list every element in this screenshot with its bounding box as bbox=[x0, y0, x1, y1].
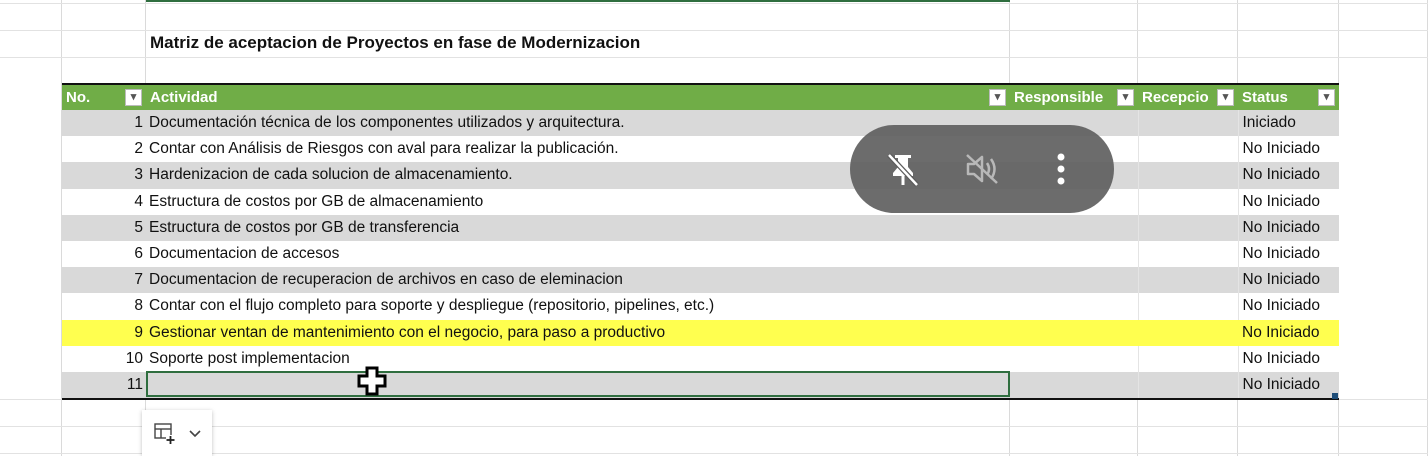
table-header-row: No. ▾ Actividad ▾ Responsible ▾ Recepcio ▾ S… bbox=[62, 84, 1339, 110]
cell-selection-edge bbox=[146, 0, 1010, 2]
cell-responsible[interactable] bbox=[1010, 240, 1139, 268]
header-actividad[interactable]: Actividad ▾ bbox=[146, 84, 1010, 110]
cell-status[interactable]: No Iniciado bbox=[1238, 345, 1339, 372]
header-no-label: No. bbox=[66, 89, 91, 106]
header-actividad-label: Actividad bbox=[150, 89, 218, 106]
cell-recepcion[interactable] bbox=[1138, 371, 1239, 400]
cell-actividad[interactable]: Contar con el flujo completo para soport… bbox=[146, 293, 1010, 320]
cell-recepcion[interactable] bbox=[1138, 188, 1239, 215]
cell-status[interactable]: No Iniciado bbox=[1238, 267, 1339, 294]
cell-responsible[interactable] bbox=[1010, 319, 1138, 346]
cell-responsible[interactable] bbox=[1010, 267, 1139, 294]
header-responsible-label: Responsible bbox=[1014, 89, 1104, 106]
cell-no[interactable]: 6 bbox=[62, 240, 146, 268]
floating-media-controls bbox=[850, 125, 1114, 213]
cell-recepcion[interactable] bbox=[1138, 319, 1238, 346]
filter-dropdown-icon[interactable]: ▾ bbox=[989, 89, 1006, 106]
cell-recepcion[interactable] bbox=[1138, 214, 1239, 241]
table-row: 8 Contar con el flujo completo para sopo… bbox=[62, 293, 1339, 320]
cell-responsible[interactable] bbox=[1010, 345, 1139, 372]
cell-select-cursor-icon bbox=[357, 366, 387, 396]
activity-table: No. ▾ Actividad ▾ Responsible ▾ Recepcio ▾ S… bbox=[62, 83, 1339, 401]
cell-recepcion[interactable] bbox=[1138, 136, 1239, 163]
cell-status[interactable]: No Iniciado bbox=[1238, 319, 1339, 346]
header-recepcion-label: Recepcio bbox=[1142, 89, 1209, 106]
cell-status[interactable]: No Iniciado bbox=[1238, 188, 1339, 215]
mute-button[interactable] bbox=[954, 141, 1010, 197]
chevron-down-icon bbox=[188, 430, 201, 438]
cell-status[interactable]: No Iniciado bbox=[1238, 293, 1339, 320]
cell-responsible[interactable] bbox=[1010, 214, 1139, 241]
cell-recepcion[interactable] bbox=[1138, 267, 1239, 294]
active-cell-selection bbox=[146, 371, 1010, 397]
table-row: 4 Estructura de costos por GB de almacen… bbox=[62, 188, 1339, 215]
insert-table-icon bbox=[153, 423, 175, 444]
header-no[interactable]: No. ▾ bbox=[62, 84, 146, 110]
cell-no[interactable]: 3 bbox=[62, 162, 146, 189]
unpin-button[interactable] bbox=[875, 141, 931, 197]
cell-status[interactable]: No Iniciado bbox=[1238, 136, 1339, 163]
cell-no[interactable]: 7 bbox=[62, 267, 146, 294]
cell-no[interactable]: 5 bbox=[62, 214, 146, 241]
table-row: 10 Soporte post implementacion No Inicia… bbox=[62, 345, 1339, 372]
cell-status[interactable]: No Iniciado bbox=[1238, 240, 1339, 268]
quick-analysis-button[interactable] bbox=[142, 410, 212, 456]
cell-no[interactable]: 11 bbox=[62, 371, 146, 400]
cell-responsible[interactable] bbox=[1010, 371, 1139, 400]
cell-status[interactable]: No Iniciado bbox=[1238, 214, 1339, 241]
header-recepcion[interactable]: Recepcio ▾ bbox=[1138, 84, 1238, 110]
more-vertical-icon bbox=[1057, 153, 1065, 185]
cell-actividad[interactable]: Documentacion de recuperacion de archivo… bbox=[146, 267, 1010, 294]
cell-recepcion[interactable] bbox=[1138, 293, 1239, 320]
cell-no[interactable]: 1 bbox=[62, 110, 146, 137]
more-options-button[interactable] bbox=[1033, 141, 1089, 197]
table-row: 5 Estructura de costos por GB de transfe… bbox=[62, 214, 1339, 241]
sheet-title[interactable]: Matriz de aceptacion de Proyectos en fas… bbox=[150, 33, 640, 53]
header-status-label: Status bbox=[1242, 89, 1288, 106]
table-row: 2 Contar con Análisis de Riesgos con ava… bbox=[62, 136, 1339, 163]
cell-status[interactable]: Iniciado bbox=[1238, 110, 1339, 137]
filter-dropdown-icon[interactable]: ▾ bbox=[1318, 89, 1335, 106]
filter-dropdown-icon[interactable]: ▾ bbox=[1217, 89, 1234, 106]
cell-recepcion[interactable] bbox=[1138, 162, 1239, 189]
cell-recepcion[interactable] bbox=[1138, 345, 1239, 372]
cell-no[interactable]: 10 bbox=[62, 345, 146, 372]
header-status[interactable]: Status ▾ bbox=[1238, 84, 1339, 110]
cell-no[interactable]: 8 bbox=[62, 293, 146, 320]
table-row: 7 Documentacion de recuperacion de archi… bbox=[62, 267, 1339, 294]
cell-recepcion[interactable] bbox=[1138, 240, 1239, 268]
cell-no[interactable]: 2 bbox=[62, 136, 146, 163]
table-row: 3 Hardenizacion de cada solucion de alma… bbox=[62, 162, 1339, 189]
cell-actividad[interactable]: Soporte post implementacion bbox=[146, 345, 1010, 372]
filter-dropdown-icon[interactable]: ▾ bbox=[1117, 89, 1134, 106]
muted-speaker-icon bbox=[966, 154, 998, 184]
table-row: 1 Documentación técnica de los component… bbox=[62, 110, 1339, 137]
filter-dropdown-icon[interactable]: ▾ bbox=[125, 89, 142, 106]
cell-actividad[interactable]: Estructura de costos por GB de transfere… bbox=[146, 214, 1010, 241]
cell-actividad[interactable]: Gestionar ventan de mantenimiento con el… bbox=[146, 319, 1010, 346]
header-responsible[interactable]: Responsible ▾ bbox=[1010, 84, 1138, 110]
cell-recepcion[interactable] bbox=[1138, 110, 1239, 137]
table-row-highlighted: 9 Gestionar ventan de mantenimiento con … bbox=[62, 319, 1339, 346]
unpin-icon bbox=[887, 153, 920, 187]
cell-no[interactable]: 4 bbox=[62, 188, 146, 215]
cell-status[interactable]: No Iniciado bbox=[1238, 371, 1339, 400]
cell-no[interactable]: 9 bbox=[62, 319, 146, 346]
fill-handle[interactable] bbox=[1332, 393, 1338, 399]
table-row: 6 Documentacion de accesos No Iniciado bbox=[62, 240, 1339, 268]
cell-responsible[interactable] bbox=[1010, 293, 1139, 320]
cell-actividad[interactable]: Documentacion de accesos bbox=[146, 240, 1010, 268]
cell-status[interactable]: No Iniciado bbox=[1238, 162, 1339, 189]
